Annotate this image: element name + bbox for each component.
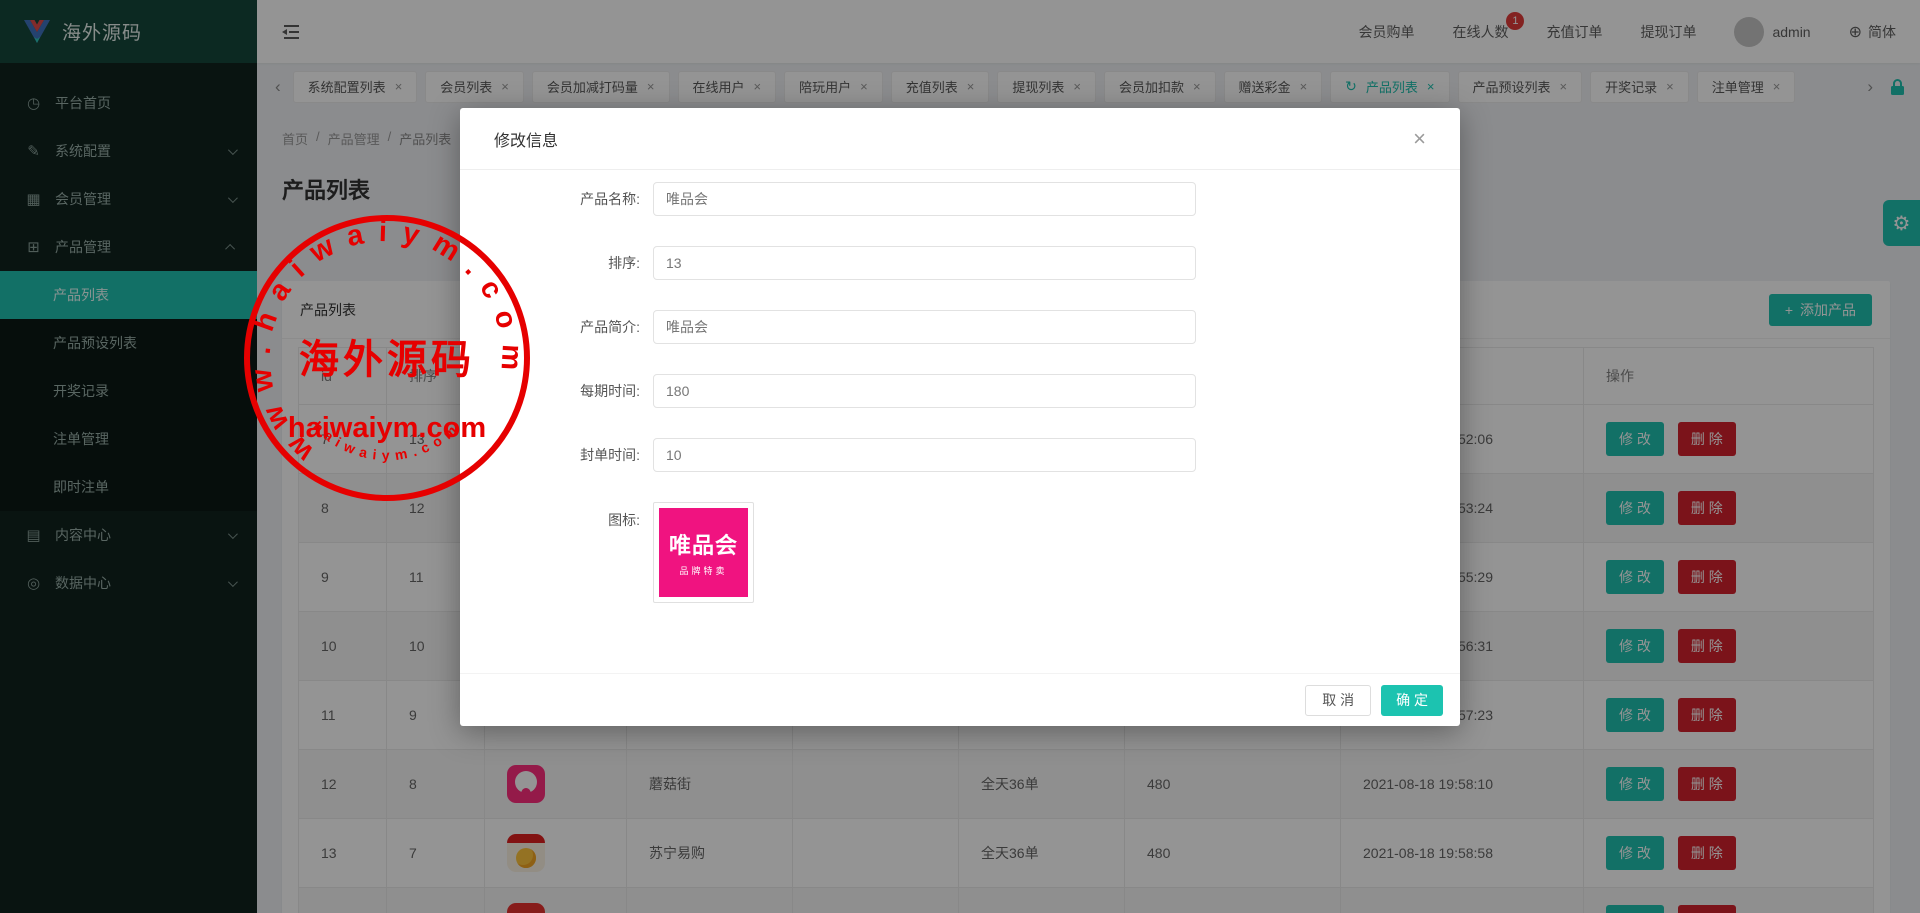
period-time-label: 每期时间:	[460, 381, 640, 401]
cancel-button[interactable]: 取 消	[1305, 685, 1371, 716]
confirm-button[interactable]: 确 定	[1381, 685, 1443, 716]
modal-footer: 取 消 确 定	[460, 673, 1460, 726]
product-intro-input[interactable]	[653, 310, 1196, 344]
vipshop-logo-sub: 品牌特卖	[679, 564, 727, 577]
icon-field-row: 图标: 唯品会 品牌特卖	[460, 502, 1460, 603]
product-icon-preview[interactable]: 唯品会 品牌特卖	[653, 502, 754, 603]
vipshop-logo-main: 唯品会	[669, 528, 738, 560]
close-icon[interactable]: ×	[1413, 128, 1426, 150]
sort-input[interactable]	[653, 246, 1196, 280]
edit-info-modal: 修改信息 × 产品名称: 排序: 产品简介: 每期时间: 封单时间: 图标: 唯品会 品…	[460, 108, 1460, 726]
modal-form: 产品名称: 排序: 产品简介: 每期时间: 封单时间:	[460, 170, 1460, 472]
product-name-input[interactable]	[653, 182, 1196, 216]
sort-label: 排序:	[460, 253, 640, 273]
vipshop-logo: 唯品会 品牌特卖	[659, 508, 748, 597]
period-time-input[interactable]	[653, 374, 1196, 408]
form-row-sort: 排序:	[460, 246, 1460, 280]
app-root: 海外源码 ◷平台首页✎系统配置▦会员管理⊞产品管理产品列表产品预设列表开奖记录注…	[0, 0, 1920, 913]
seal-time-label: 封单时间:	[460, 445, 640, 465]
product-intro-label: 产品简介:	[460, 317, 640, 337]
form-row-period-time: 每期时间:	[460, 374, 1460, 408]
modal-title: 修改信息	[494, 127, 558, 151]
product-name-label: 产品名称:	[460, 189, 640, 209]
seal-time-input[interactable]	[653, 438, 1196, 472]
form-row-product-name: 产品名称:	[460, 182, 1460, 216]
form-row-seal-time: 封单时间:	[460, 438, 1460, 472]
icon-field-label: 图标:	[460, 502, 640, 530]
form-row-product-intro: 产品简介:	[460, 310, 1460, 344]
modal-header: 修改信息 ×	[460, 108, 1460, 170]
